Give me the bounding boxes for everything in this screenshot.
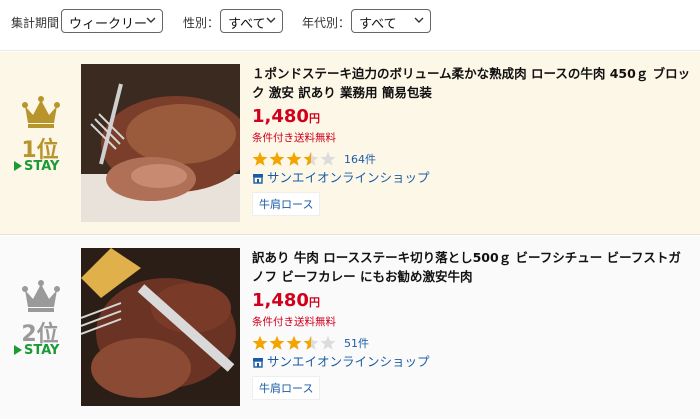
gold-crown-icon: [22, 96, 60, 128]
shop-icon: [253, 358, 263, 368]
star: [320, 151, 336, 166]
rank-column: 2位 STAY: [0, 236, 80, 419]
product-title-link[interactable]: １ポンドステーキ迫力のボリューム柔かな熟成肉 ロースの牛肉 450ｇ ブロック …: [252, 64, 692, 102]
product-info: 訳あり 牛肉 ロースステーキ切り落とし500ｇ ビーフシチュー ビーフストガノフ…: [252, 248, 692, 400]
rank-status: STAY: [14, 343, 59, 358]
star: [286, 335, 302, 350]
ranking-item: 2位 STAY 訳あり 牛肉 ロースステーキ切り落とし500ｇ ビーフシチュー …: [0, 236, 700, 419]
up-arrow-icon: [14, 345, 22, 355]
age-label: 年代別：: [302, 16, 351, 30]
review-count-link[interactable]: 164件: [344, 153, 376, 166]
product-info: １ポンドステーキ迫力のボリューム柔かな熟成肉 ロースの牛肉 450ｇ ブロック …: [252, 64, 692, 216]
chevron-down-icon: [146, 17, 156, 23]
price-value: 1,480: [252, 290, 309, 311]
rating-row: 51件: [252, 332, 692, 350]
period-select[interactable]: ウィークリー: [61, 9, 163, 33]
rank-status-label: STAY: [24, 159, 60, 174]
review-count-link[interactable]: 51件: [344, 337, 369, 350]
star: [269, 151, 285, 166]
product-image[interactable]: [81, 64, 240, 222]
age-select-value: すべて: [359, 17, 397, 32]
shop-name: サンエイオンラインショップ: [267, 354, 430, 369]
chevron-down-icon: [266, 17, 276, 23]
steak-photo: [81, 248, 240, 406]
star-rating-icon: [252, 335, 336, 350]
star-rating-icon: [252, 151, 336, 166]
star: [269, 335, 285, 350]
shipping-note: 条件付き送料無料: [252, 316, 336, 328]
category-tag[interactable]: 牛肩ロース: [252, 376, 321, 400]
product-title-link[interactable]: 訳あり 牛肉 ロースステーキ切り落とし500ｇ ビーフシチュー ビーフストガノフ…: [252, 248, 692, 286]
rank-status-label: STAY: [24, 343, 60, 358]
price-currency: 円: [308, 296, 320, 309]
price-currency: 円: [308, 112, 320, 125]
steak-photo: [81, 64, 240, 222]
star: [252, 335, 268, 350]
product-price: 1,480円: [252, 106, 692, 127]
rank-status: STAY: [14, 159, 59, 174]
gender-select[interactable]: すべて: [220, 9, 283, 33]
shop-link[interactable]: サンエイオンラインショップ: [252, 167, 692, 186]
rating-row: 164件: [252, 148, 692, 166]
ranking-item: 1位 STAY １ポンドステーキ迫力のボリューム柔かな熟成肉 ロースの牛肉 45…: [0, 52, 700, 235]
shop-link[interactable]: サンエイオンラインショップ: [252, 351, 692, 370]
star: [286, 151, 302, 166]
gender-select-value: すべて: [228, 17, 266, 32]
star: [320, 335, 336, 350]
period-select-value: ウィークリー: [69, 17, 148, 32]
star: [252, 151, 268, 166]
product-price: 1,480円: [252, 290, 692, 311]
product-image[interactable]: [81, 248, 240, 406]
category-tag[interactable]: 牛肩ロース: [252, 192, 321, 216]
rank-column: 1位 STAY: [0, 52, 80, 234]
shop-name: サンエイオンラインショップ: [267, 170, 430, 185]
silver-crown-icon: [22, 280, 60, 312]
price-value: 1,480: [252, 106, 309, 127]
gender-label: 性別：: [183, 16, 220, 30]
up-arrow-icon: [14, 161, 22, 171]
filter-bar: 集計期間： ウィークリー 性別： すべて 年代別： すべて: [0, 0, 700, 51]
chevron-down-icon: [414, 17, 424, 23]
age-select[interactable]: すべて: [351, 9, 431, 33]
shop-icon: [253, 174, 263, 184]
shipping-note: 条件付き送料無料: [252, 132, 336, 144]
